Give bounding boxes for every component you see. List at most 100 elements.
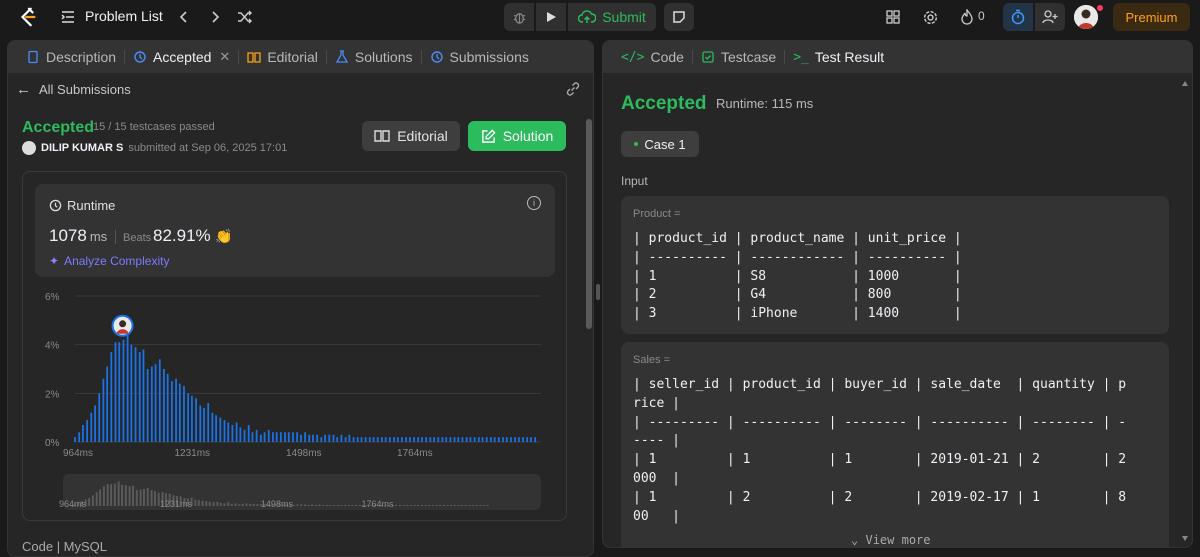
solution-label: Solution: [502, 128, 554, 144]
checkbox-icon: [702, 51, 714, 63]
chart-bar: [126, 330, 129, 442]
tab-label: Accepted: [153, 49, 212, 65]
chart-bar: [142, 349, 145, 442]
minimap-bar: [307, 504, 310, 506]
minimap-bar: [347, 504, 350, 506]
timer-button[interactable]: [1003, 3, 1033, 31]
minimap-bar: [428, 504, 431, 506]
minimap-bar: [325, 504, 328, 506]
minimap-bar: [227, 502, 230, 506]
user-avatar[interactable]: [1074, 5, 1098, 29]
fire-streak-icon[interactable]: [958, 8, 976, 26]
x-tick-label: 1498ms: [286, 448, 322, 459]
chart-bar: [493, 437, 496, 442]
notes-button[interactable]: [664, 3, 694, 31]
runtime-card[interactable]: Runtime i 1078 ms Beats 82.91% 👏 ✦ Analyz…: [35, 184, 555, 277]
chart-bar: [227, 422, 230, 442]
settings-gear-icon[interactable]: [921, 8, 939, 26]
chart-bar: [502, 437, 504, 442]
code-language-label[interactable]: Code | MySQL: [22, 539, 107, 554]
minimap-bar: [249, 503, 252, 506]
streak-count: 0: [978, 9, 985, 23]
chart-bar: [215, 415, 218, 442]
chart-bar: [457, 437, 460, 442]
minimap-bar: [439, 504, 442, 506]
solution-button[interactable]: Solution: [468, 121, 566, 151]
minimap-bar: [398, 504, 401, 506]
input-label: Input: [621, 174, 648, 188]
chart-bar: [300, 434, 302, 442]
minimap-bar: [121, 484, 124, 506]
user-marker-head: [119, 320, 127, 328]
case-1-tab[interactable]: Case 1: [621, 131, 699, 157]
share-link-icon[interactable]: [565, 81, 581, 97]
close-tab-icon[interactable]: ✕: [219, 49, 230, 65]
chart-bar: [183, 386, 185, 442]
minimap-bar: [252, 503, 255, 506]
minimap-bar: [208, 501, 211, 506]
minimap-bar: [318, 504, 321, 506]
chart-bar: [320, 437, 323, 442]
minimap-bar: [355, 504, 358, 506]
problem-list-link[interactable]: Problem List: [85, 8, 163, 24]
submitter-avatar[interactable]: [22, 141, 36, 155]
chart-bar: [74, 437, 76, 442]
all-submissions-link[interactable]: All Submissions: [39, 82, 131, 97]
minimap-bar: [219, 502, 222, 506]
minimap-bar: [153, 491, 156, 506]
chart-bar: [465, 437, 468, 442]
minimap-bar: [435, 504, 438, 506]
minimap-bar: [245, 503, 248, 506]
stopwatch-icon: [1011, 9, 1025, 25]
chevron-right-icon[interactable]: [206, 8, 224, 26]
minimap-bar: [460, 504, 463, 506]
right-scrollbar[interactable]: [1182, 81, 1188, 541]
tab-submissions[interactable]: Submissions: [422, 41, 537, 73]
submit-button[interactable]: Submit: [568, 3, 656, 31]
minimap-tick-label: 1231ms: [160, 499, 193, 509]
analyze-complexity-button[interactable]: ✦ Analyze Complexity: [49, 254, 169, 268]
tab-testcase[interactable]: Testcase: [693, 41, 784, 73]
y-tick-label: 4%: [45, 341, 60, 352]
add-user-button[interactable]: [1035, 3, 1065, 31]
product-input-box: Product = | product_id | product_name | …: [621, 196, 1169, 334]
chart-bar: [86, 420, 88, 442]
minimap-bar: [406, 504, 409, 506]
tab-description[interactable]: Description: [18, 41, 124, 73]
layout-icon[interactable]: [884, 8, 902, 26]
minimap-bar: [304, 504, 307, 506]
chart-bar: [272, 432, 274, 442]
minimap-bar: [471, 504, 474, 506]
chart-bar: [340, 434, 343, 442]
chevron-left-icon[interactable]: [175, 8, 193, 26]
info-icon[interactable]: i: [527, 196, 541, 210]
tab-editorial[interactable]: Editorial: [239, 41, 326, 73]
minimap-tick-label: 1498ms: [261, 499, 294, 509]
tab-code[interactable]: </> Code: [613, 41, 692, 73]
minimap-bar: [300, 504, 303, 506]
scroll-down-icon: [1182, 536, 1188, 541]
premium-button[interactable]: Premium: [1113, 3, 1190, 31]
submitter-name[interactable]: DILIP KUMAR S: [41, 142, 123, 154]
leetcode-logo-icon[interactable]: [16, 5, 40, 29]
chart-bar: [146, 369, 149, 442]
chart-bar: [138, 351, 141, 442]
left-scrollbar[interactable]: [586, 119, 592, 329]
tab-solutions[interactable]: Solutions: [327, 41, 421, 73]
chart-bar: [166, 373, 169, 442]
view-more-button[interactable]: ⌄ View more: [851, 533, 931, 547]
panel-resize-handle[interactable]: [596, 284, 600, 300]
debug-button[interactable]: [504, 3, 534, 31]
runtime-distribution-chart[interactable]: 6%4%2%0%964ms 1231ms 1498ms 1764ms964ms 1231…: [23, 282, 568, 522]
back-to-submissions[interactable]: ← All Submissions: [8, 75, 593, 103]
tab-label: Testcase: [720, 49, 777, 65]
minimap-bar: [315, 504, 318, 506]
tab-accepted[interactable]: Accepted ✕: [125, 41, 238, 73]
shuffle-icon[interactable]: [236, 8, 254, 26]
left-tab-bar: Description Accepted ✕ Editorial Solutio…: [8, 41, 593, 73]
run-button[interactable]: [536, 3, 566, 31]
top-bar: Problem List Submit 0 Premium: [0, 0, 1200, 34]
list-icon[interactable]: [60, 9, 76, 25]
tab-test-result[interactable]: >_ Test Result: [785, 41, 892, 73]
editorial-button[interactable]: Editorial: [362, 121, 460, 151]
